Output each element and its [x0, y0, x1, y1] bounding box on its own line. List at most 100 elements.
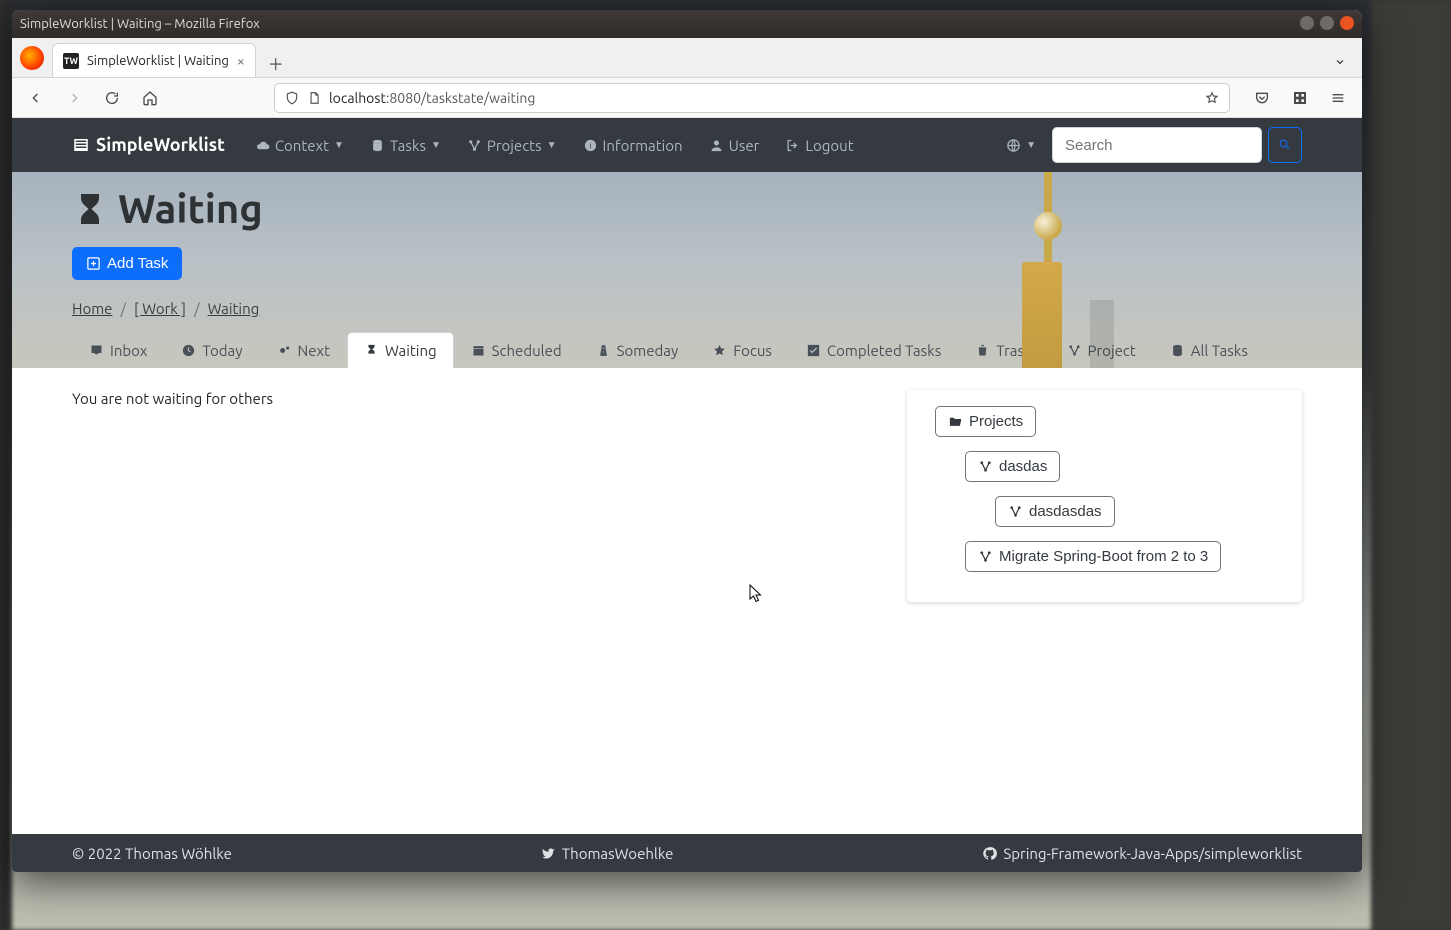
shield-icon [285, 91, 299, 105]
nav-tasks-label: Tasks [390, 137, 426, 154]
pocket-button[interactable] [1248, 84, 1276, 112]
info-icon: i [583, 138, 598, 153]
brand-link[interactable]: SimpleWorklist [72, 135, 225, 155]
browser-tab-active[interactable]: TW SimpleWorklist | Waiting × [52, 43, 256, 77]
window-title: SimpleWorklist | Waiting – Mozilla Firef… [20, 17, 260, 31]
globe-icon [1006, 138, 1021, 153]
nav-forward-button[interactable] [60, 84, 88, 112]
breadcrumb-current[interactable]: Waiting [208, 300, 260, 317]
svg-text:i: i [589, 141, 591, 150]
github-icon [982, 846, 997, 861]
hamburger-icon [1330, 90, 1346, 106]
add-task-button[interactable]: Add Task [72, 247, 182, 280]
nav-back-button[interactable] [22, 84, 50, 112]
url-bar[interactable]: localhost:8080/taskstate/waiting [274, 83, 1230, 113]
search-button[interactable] [1268, 127, 1302, 163]
projects-panel: Projects dasdas dasdasdas Migrate Spring… [907, 390, 1302, 602]
browser-window: SimpleWorklist | Waiting – Mozilla Firef… [12, 10, 1362, 872]
project-item-label: dasdasdas [1029, 503, 1102, 520]
folder-open-icon [948, 414, 963, 429]
url-host: localhost [329, 90, 386, 106]
extension-button[interactable] [1286, 84, 1314, 112]
project-item[interactable]: dasdas [965, 451, 1060, 482]
app-menu-button[interactable] [1324, 84, 1352, 112]
nav-logout-label: Logout [805, 137, 853, 154]
calendar-icon [471, 343, 486, 358]
nav-user-label: User [729, 137, 760, 154]
trash-icon [975, 343, 990, 358]
browser-tabstrip: TW SimpleWorklist | Waiting × ＋ ⌄ [12, 38, 1362, 78]
nav-language[interactable]: ▼ [996, 132, 1046, 159]
clock-icon [181, 343, 196, 358]
window-titlebar: SimpleWorklist | Waiting – Mozilla Firef… [12, 10, 1362, 38]
project-item[interactable]: Migrate Spring-Boot from 2 to 3 [965, 541, 1221, 572]
tab-today[interactable]: Today [164, 332, 259, 368]
app-footer: © 2022 Thomas Wöhlke ThomasWoehlke Sprin… [12, 834, 1362, 872]
nav-reload-button[interactable] [98, 84, 126, 112]
nav-tasks[interactable]: Tasks▼ [360, 131, 451, 160]
breadcrumb: Home / [ Work ] / Waiting [72, 300, 1302, 317]
hourglass-small-icon [364, 343, 379, 358]
arrow-right-icon [66, 90, 82, 106]
firefox-logo-icon [20, 46, 44, 70]
home-icon [142, 90, 158, 106]
tab-trash[interactable]: Trash [958, 332, 1049, 368]
footer-twitter-link[interactable]: ThomasWoehlke [541, 845, 674, 862]
tab-inbox[interactable]: Inbox [72, 332, 164, 368]
new-tab-button[interactable]: ＋ [262, 49, 290, 77]
window-maximize-button[interactable] [1320, 16, 1334, 30]
hourglass-icon [72, 191, 108, 227]
window-minimize-button[interactable] [1300, 16, 1314, 30]
tab-all[interactable]: All Tasks [1153, 332, 1265, 368]
tab-scheduled[interactable]: Scheduled [454, 332, 579, 368]
footer-twitter-label: ThomasWoehlke [562, 845, 674, 862]
projects-root-label: Projects [969, 413, 1023, 430]
nav-information[interactable]: i Information [573, 131, 693, 160]
window-close-button[interactable] [1340, 16, 1354, 30]
nav-context[interactable]: Context▼ [245, 131, 354, 160]
tab-someday[interactable]: Someday [579, 332, 696, 368]
tab-close-button[interactable]: × [237, 53, 245, 69]
app-navbar: SimpleWorklist Context▼ Tasks▼ Projects▼… [12, 118, 1362, 172]
nav-user[interactable]: User [699, 131, 770, 160]
star-icon [712, 343, 727, 358]
nav-context-label: Context [275, 137, 329, 154]
project-item[interactable]: dasdasdas [995, 496, 1115, 527]
nav-home-button[interactable] [136, 84, 164, 112]
tab-project[interactable]: Project [1050, 332, 1153, 368]
empty-state-message: You are not waiting for others [72, 390, 887, 407]
footer-github-link[interactable]: Spring-Framework-Java-Apps/simpleworklis… [982, 845, 1302, 862]
search-icon [1278, 138, 1291, 151]
tab-completed[interactable]: Completed Tasks [789, 332, 958, 368]
inbox-icon [89, 343, 104, 358]
brand-text: SimpleWorklist [96, 135, 225, 155]
nav-projects[interactable]: Projects▼ [457, 131, 567, 160]
share-nodes-icon [978, 549, 993, 564]
road-icon [596, 343, 611, 358]
breadcrumb-context[interactable]: [ Work ] [134, 300, 186, 317]
tabs-overflow-button[interactable]: ⌄ [1328, 46, 1352, 70]
browser-toolbar: localhost:8080/taskstate/waiting [12, 78, 1362, 118]
project-item-label: Migrate Spring-Boot from 2 to 3 [999, 548, 1208, 565]
browser-tab-title: SimpleWorklist | Waiting [87, 54, 229, 68]
page-title-text: Waiting [118, 186, 263, 231]
check-square-icon [806, 343, 821, 358]
search-input[interactable] [1052, 127, 1262, 163]
cogs-icon [277, 343, 292, 358]
document-icon [307, 91, 321, 105]
footer-copyright: © 2022 Thomas Wöhlke [72, 845, 232, 862]
tab-focus[interactable]: Focus [695, 332, 789, 368]
database-small-icon [1170, 343, 1185, 358]
projects-root-button[interactable]: Projects [935, 406, 1036, 437]
content-area: You are not waiting for others Projects … [12, 368, 1362, 834]
logout-icon [785, 138, 800, 153]
share-nodes-icon [978, 459, 993, 474]
nav-logout[interactable]: Logout [775, 131, 863, 160]
bookmark-star-icon[interactable] [1205, 91, 1219, 105]
tab-next[interactable]: Next [260, 332, 347, 368]
project-item-label: dasdas [999, 458, 1047, 475]
url-path: :8080/taskstate/waiting [386, 90, 536, 106]
pocket-icon [1254, 90, 1270, 106]
tab-waiting[interactable]: Waiting [347, 332, 454, 368]
breadcrumb-home[interactable]: Home [72, 300, 112, 317]
